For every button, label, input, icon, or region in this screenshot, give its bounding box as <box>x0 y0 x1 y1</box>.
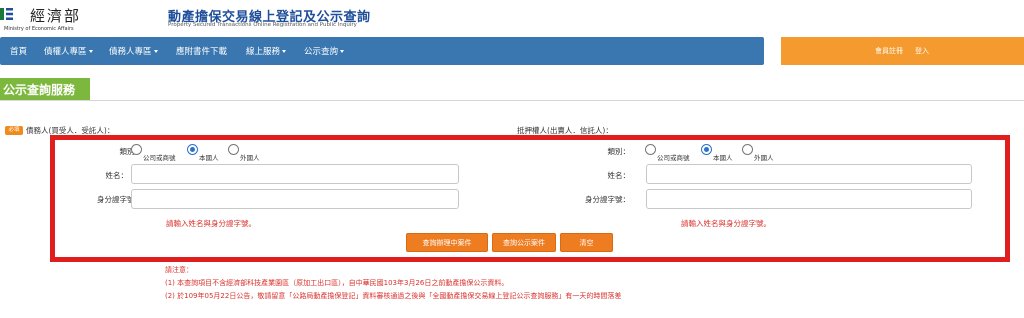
caret-down-icon <box>153 50 158 53</box>
org-english-name: Ministry of Economic Affairs <box>4 26 74 32</box>
register-link[interactable]: 會員註冊 <box>875 46 903 56</box>
debtor-type-domestic-label[interactable]: 本國人 <box>199 152 219 162</box>
section-title: 公示查詢服務 <box>0 78 90 100</box>
site-subtitle: Property Secured Transactions Online Reg… <box>168 22 357 28</box>
notes-line: (2) 於109年05月22日公告，敬請留意「公路局動產擔保登記」資料審核通過之… <box>165 292 622 300</box>
clear-button[interactable]: 清空 <box>560 233 613 252</box>
mortgagor-type-company-label[interactable]: 公司或商號 <box>657 152 690 162</box>
nav-item-label: 公示查詢 <box>304 47 339 57</box>
mortgagor-id-label: 身分證字號： <box>585 195 630 204</box>
debtor-name-input[interactable] <box>131 164 459 184</box>
nav-item-online-services[interactable]: 線上服務 <box>246 45 287 57</box>
notes-line: (1) 本查詢項目不含經濟部科技產業園區（原加工出口區），自中華民國103年3月… <box>165 279 509 287</box>
required-badge: 必填 <box>5 126 23 135</box>
moea-emblem-icon <box>0 8 13 20</box>
debtor-id-input[interactable] <box>131 189 459 209</box>
mortgagor-type-domestic-label[interactable]: 本國人 <box>713 152 733 162</box>
nav-item-creditor[interactable]: 債權人專區 <box>44 45 93 57</box>
moea-logo[interactable]: 經濟部 Ministry of Economic Affairs <box>0 2 90 32</box>
query-pending-button[interactable]: 查詢辦理中案件 <box>406 233 488 252</box>
debtor-type-foreign-label[interactable]: 外國人 <box>240 152 260 162</box>
caret-down-icon <box>340 50 345 53</box>
main-nav: 首頁 債權人專區 債務人專區 應附書件下載 線上服務 公示查詢 <box>0 37 764 65</box>
nav-item-label: 債權人專區 <box>44 47 87 57</box>
caret-down-icon <box>282 50 287 53</box>
nav-item-label: 線上服務 <box>246 47 281 57</box>
query-public-button[interactable]: 查詢公示案件 <box>492 233 556 252</box>
page-header: 經濟部 Ministry of Economic Affairs 動產擔保交易線… <box>0 0 1024 34</box>
debtor-type-domestic-radio[interactable] <box>187 144 198 155</box>
nav-item-public-inquiry[interactable]: 公示查詢 <box>304 45 345 57</box>
debtor-type-company-label[interactable]: 公司或商號 <box>143 152 176 162</box>
mortgagor-hint: 請輸入姓名與身分證字號。 <box>681 219 771 228</box>
nav-item-label: 首頁 <box>10 47 28 57</box>
org-name: 經濟部 <box>30 7 82 25</box>
debtor-hint: 請輸入姓名與身分證字號。 <box>166 219 256 228</box>
mortgagor-type-foreign-label[interactable]: 外國人 <box>754 152 774 162</box>
nav-item-debtor[interactable]: 債務人專區 <box>109 45 158 57</box>
debtor-type-foreign-radio[interactable] <box>228 144 239 155</box>
nav-item-label: 應附書件下載 <box>176 47 228 57</box>
notes-title: 請注意： <box>165 266 193 274</box>
nav-item-downloads[interactable]: 應附書件下載 <box>176 45 227 57</box>
mortgagor-name-label: 姓名： <box>607 171 631 180</box>
mortgagor-type-label: 類別： <box>607 147 631 156</box>
account-bar: 會員註冊 登入 <box>781 37 1024 65</box>
login-link[interactable]: 登入 <box>915 46 929 56</box>
mortgagor-type-domestic-radio[interactable] <box>701 144 712 155</box>
mortgagor-name-input[interactable] <box>646 164 972 184</box>
nav-item-home[interactable]: 首頁 <box>10 45 27 57</box>
mortgagor-type-company-radio[interactable] <box>645 144 656 155</box>
debtor-type-company-radio[interactable] <box>131 144 142 155</box>
mortgagor-id-input[interactable] <box>646 189 972 209</box>
caret-down-icon <box>88 50 93 53</box>
mortgagor-type-foreign-radio[interactable] <box>742 144 753 155</box>
debtor-name-label: 姓名： <box>105 171 129 180</box>
nav-item-label: 債務人專區 <box>109 47 152 57</box>
